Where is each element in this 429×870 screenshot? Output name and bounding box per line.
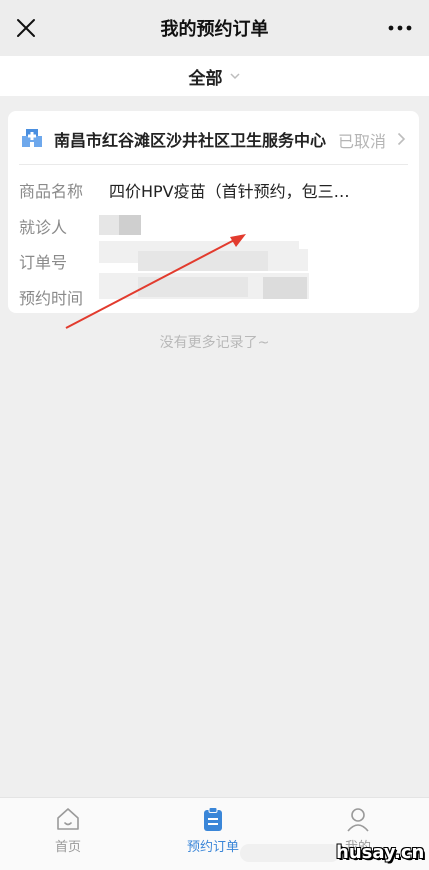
tab-home[interactable]: 首页: [18, 798, 118, 870]
chevron-down-icon: [229, 73, 240, 80]
more-icon[interactable]: [387, 18, 413, 38]
top-bar: 我的预约订单: [0, 0, 429, 56]
order-card-header[interactable]: 南昌市红谷滩区沙井社区卫生服务中心 已取消: [8, 111, 419, 164]
field-label-product: 商品名称: [19, 182, 84, 201]
close-icon[interactable]: [14, 16, 38, 40]
clipboard-icon: [204, 807, 222, 831]
watermark: husay.cn: [336, 842, 425, 863]
chevron-right-icon: [397, 132, 406, 146]
user-icon: [347, 808, 369, 832]
divider: [19, 164, 408, 165]
annotation-arrow: [65, 234, 246, 329]
order-status: 已取消: [338, 132, 387, 151]
filter-label: 全部: [188, 68, 223, 89]
list-end-text: 没有更多记录了~: [159, 335, 270, 351]
home-icon: [57, 808, 79, 830]
tab-home-label: 首页: [54, 840, 81, 855]
page-title: 我的预约订单: [160, 19, 269, 40]
hospital-name: 南昌市红谷滩区沙井社区卫生服务中心: [54, 131, 327, 150]
filter-dropdown[interactable]: 全部: [0, 56, 429, 96]
field-value-product: 四价HPV疫苗（首针预约，包三…: [109, 182, 350, 201]
redacted-smudge: [240, 844, 340, 862]
hospital-icon: [22, 129, 42, 147]
